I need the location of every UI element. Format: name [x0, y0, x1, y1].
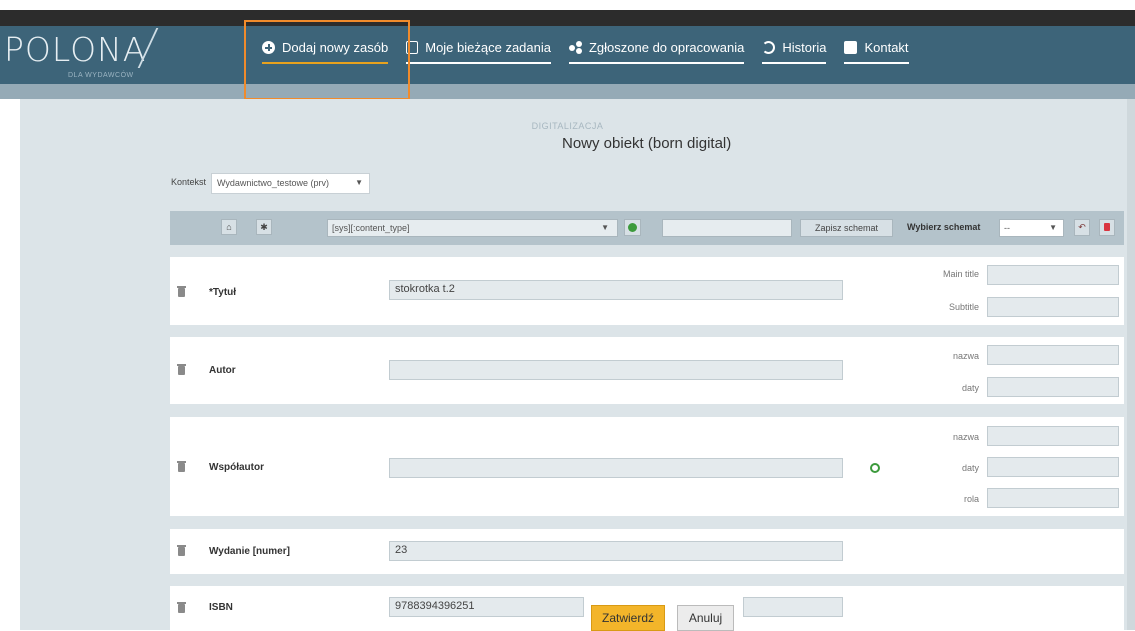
- save-schema-button[interactable]: Zapisz schemat: [800, 219, 893, 237]
- sublabel-rola: rola: [963, 494, 979, 504]
- history-icon: [762, 41, 776, 54]
- content-type-select[interactable]: [sys][:content_type] ▼: [327, 219, 618, 237]
- content-type-value: [sys][:content_type]: [332, 223, 410, 233]
- cancel-button[interactable]: Anuluj: [677, 605, 734, 631]
- field-row-wspolautor: Współautor nazwa daty rola: [170, 417, 1124, 516]
- nav-contact-label: Kontakt: [864, 40, 909, 55]
- trash-icon[interactable]: [177, 364, 186, 375]
- window-top-strip: [0, 0, 1135, 26]
- sublabel-subtitle: Subtitle: [948, 302, 979, 312]
- autor-daty-input[interactable]: [987, 377, 1119, 397]
- isbn-extra-input[interactable]: [743, 597, 843, 617]
- sublabel-nazwa: nazwa: [952, 351, 979, 361]
- page-scrollbar[interactable]: [1127, 99, 1135, 630]
- delete-schema-button[interactable]: [1099, 219, 1115, 236]
- choose-schema-label: Wybierz schemat: [907, 222, 981, 232]
- nav-submitted-label: Zgłoszone do opracowania: [588, 40, 745, 55]
- nav-submitted[interactable]: Zgłoszone do opracowania: [568, 40, 745, 64]
- nav-my-tasks[interactable]: Moje bieżące zadania: [406, 40, 551, 64]
- kontekst-value: Wydawnictwo_testowe (prv): [217, 178, 329, 188]
- field-label-tytul: *Tytuł: [209, 287, 237, 298]
- field-row-wydanie: Wydanie [numer] 23: [170, 529, 1124, 574]
- isbn-input[interactable]: 9788394396251: [389, 597, 584, 617]
- polona-logo[interactable]: POLONA: [4, 30, 146, 69]
- nav-history-label: Historia: [782, 40, 827, 55]
- trash-icon[interactable]: [177, 545, 186, 556]
- subtitle-input[interactable]: [987, 297, 1119, 317]
- nav-my-tasks-label: Moje bieżące zadania: [425, 40, 551, 55]
- field-row-autor: Autor nazwa daty: [170, 337, 1124, 404]
- share-icon: [568, 41, 582, 54]
- section-label: DIGITALIZACJA: [531, 121, 604, 131]
- sublabel-daty: daty: [961, 383, 979, 393]
- schema-name-input[interactable]: [662, 219, 792, 237]
- nav-history[interactable]: Historia: [762, 40, 827, 64]
- field-label-wydanie: Wydanie [numer]: [209, 546, 290, 557]
- kontekst-label: Kontekst: [171, 177, 207, 187]
- wspolautor-rola-input[interactable]: [987, 488, 1119, 508]
- kontekst-select[interactable]: Wydawnictwo_testowe (prv) ▼: [211, 173, 370, 194]
- undo-icon[interactable]: ↶: [1074, 219, 1090, 236]
- wydanie-input[interactable]: 23: [389, 541, 843, 561]
- schema-toolbar: ⌂ ✱ [sys][:content_type] ▼ Zapisz schema…: [170, 211, 1124, 245]
- add-field-button[interactable]: [624, 219, 641, 236]
- phone-icon: [844, 41, 858, 54]
- trash-icon[interactable]: [177, 461, 186, 472]
- sublabel-main-title: Main title: [942, 269, 979, 279]
- confirm-button[interactable]: Zatwierdź: [591, 605, 665, 631]
- chevron-down-icon: ▼: [1049, 223, 1057, 232]
- stamp-icon[interactable]: ⌂: [221, 219, 237, 235]
- autor-input[interactable]: [389, 360, 843, 380]
- sublabel-daty: daty: [961, 463, 979, 473]
- sublabel-nazwa: nazwa: [952, 432, 979, 442]
- gear-icon[interactable]: ✱: [256, 219, 272, 235]
- trash-icon[interactable]: [177, 286, 186, 297]
- chevron-down-icon: ▼: [355, 178, 363, 187]
- page-title: Nowy obiekt (born digital): [562, 135, 732, 152]
- wspolautor-input[interactable]: [389, 458, 843, 478]
- wspolautor-nazwa-input[interactable]: [987, 426, 1119, 446]
- logo-subtitle: DLA WYDAWCÓW: [68, 72, 134, 79]
- left-margin: [0, 99, 20, 630]
- choose-schema-value: --: [1004, 223, 1010, 233]
- field-label-autor: Autor: [209, 365, 236, 376]
- wspolautor-daty-input[interactable]: [987, 457, 1119, 477]
- sub-navbar: [0, 84, 1135, 99]
- autor-nazwa-input[interactable]: [987, 345, 1119, 365]
- field-label-isbn: ISBN: [209, 602, 233, 613]
- tytul-input[interactable]: stokrotka t.2: [389, 280, 843, 300]
- field-row-tytul: *Tytuł stokrotka t.2 Main title Subtitle: [170, 257, 1124, 325]
- nav-contact[interactable]: Kontakt: [844, 40, 909, 64]
- browser-dark-bar: [0, 10, 1135, 26]
- field-label-wspolautor: Współautor: [209, 462, 264, 473]
- trash-icon[interactable]: [177, 602, 186, 613]
- chevron-down-icon: ▼: [601, 223, 609, 232]
- highlight-box: [244, 20, 410, 100]
- plus-circle-icon[interactable]: [870, 463, 880, 473]
- choose-schema-select[interactable]: -- ▼: [999, 219, 1064, 237]
- main-title-input[interactable]: [987, 265, 1119, 285]
